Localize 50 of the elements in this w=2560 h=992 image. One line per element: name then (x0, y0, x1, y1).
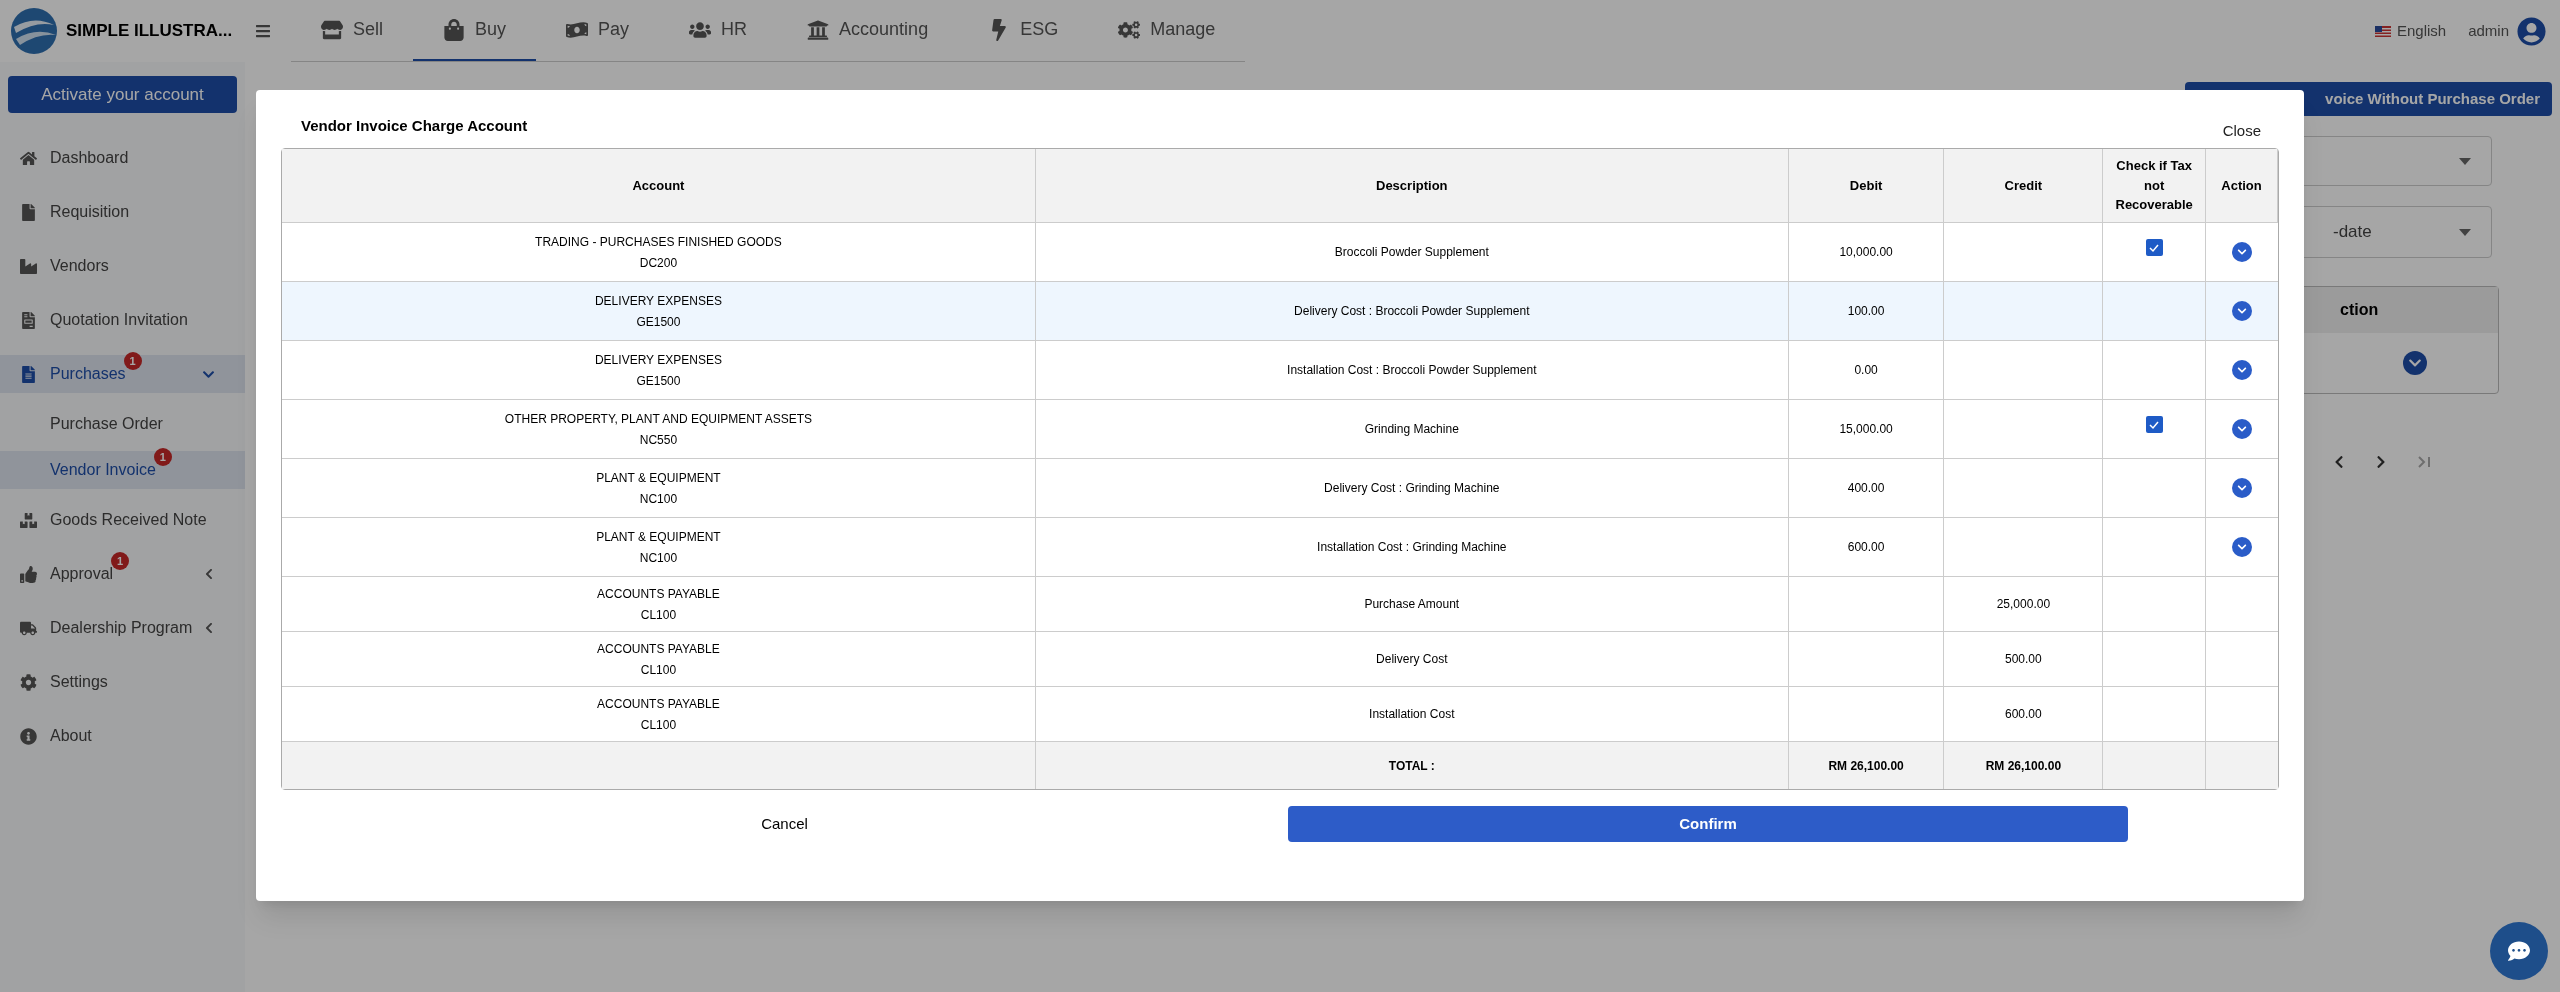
column-header: Account (282, 149, 1036, 222)
table-cell: Delivery Cost (1035, 632, 1789, 686)
table-cell: 600.00 (1788, 518, 1945, 576)
table-cell: Delivery Cost : Grinding Machine (1035, 459, 1789, 517)
column-header: Credit (1944, 149, 2104, 222)
table-cell: 600.00 (1944, 687, 2104, 741)
sidebar-item-label: Requisition (50, 202, 130, 222)
sidebar-item-label: Vendors (50, 256, 109, 276)
sidebar-item-label: About (50, 726, 92, 746)
sidebar-item-label: Settings (50, 672, 108, 692)
notification-badge: 1 (123, 352, 142, 370)
table-cell: OTHER PROPERTY, PLANT AND EQUIPMENT ASSETS NC550 (282, 400, 1036, 458)
table-cell: Broccoli Powder Supplement (1035, 223, 1789, 281)
table-cell: ACCOUNTS PAYABLE CL100 (282, 632, 1036, 686)
table-cell: Delivery Cost : Broccoli Powder Supplement (1035, 282, 1789, 340)
column-header: Action (2206, 149, 2278, 222)
table-cell: PLANT & EQUIPMENT NC100 (282, 518, 1036, 576)
table-cell: 25,000.00 (1944, 577, 2104, 631)
table-cell: ACCOUNTS PAYABLE CL100 (282, 577, 1036, 631)
total-label: TOTAL : (1035, 742, 1789, 789)
table-cell: TRADING - PURCHASES FINISHED GOODS DC200 (282, 223, 1036, 281)
column-header: Debit (1788, 149, 1945, 222)
table-cell: 0.00 (1788, 341, 1945, 399)
table-cell: Installation Cost : Grinding Machine (1035, 518, 1789, 576)
table-cell: PLANT & EQUIPMENT NC100 (282, 459, 1036, 517)
sidebar-item-label: Goods Received Note (50, 510, 207, 530)
table-cell: 15,000.00 (1788, 400, 1945, 458)
table-cell: Installation Cost : Broccoli Powder Supplement (1035, 341, 1789, 399)
table-cell: 500.00 (1944, 632, 2104, 686)
table-cell: Installation Cost (1035, 687, 1789, 741)
notification-badge: 1 (153, 448, 172, 466)
column-header: Description (1035, 149, 1789, 222)
brand-name: SIMPLE ILLUSTRA... (66, 20, 233, 43)
table-cell: Grinding Machine (1035, 400, 1789, 458)
table-cell: 400.00 (1788, 459, 1945, 517)
sidebar-subitem-label: Purchase Order (50, 414, 163, 434)
total-debit: RM 26,100.00 (1788, 742, 1945, 789)
table-cell: ACCOUNTS PAYABLE CL100 (282, 687, 1036, 741)
table-cell: Purchase Amount (1035, 577, 1789, 631)
sidebar-item-label: Quotation Invitation (50, 310, 188, 330)
total-credit: RM 26,100.00 (1944, 742, 2104, 789)
notification-badge: 1 (111, 552, 130, 570)
table-cell: DELIVERY EXPENSES GE1500 (282, 341, 1036, 399)
table-cell: 100.00 (1788, 282, 1945, 340)
sidebar-item-label: Dealership Program (50, 618, 193, 638)
sidebar-item-label: Dashboard (50, 148, 129, 168)
table-cell: DELIVERY EXPENSES GE1500 (282, 282, 1036, 340)
column-header: Check if Tax not Recoverable (2103, 149, 2207, 222)
table-cell: 10,000.00 (1788, 223, 1945, 281)
modal-title: Vendor Invoice Charge Account (301, 116, 528, 136)
